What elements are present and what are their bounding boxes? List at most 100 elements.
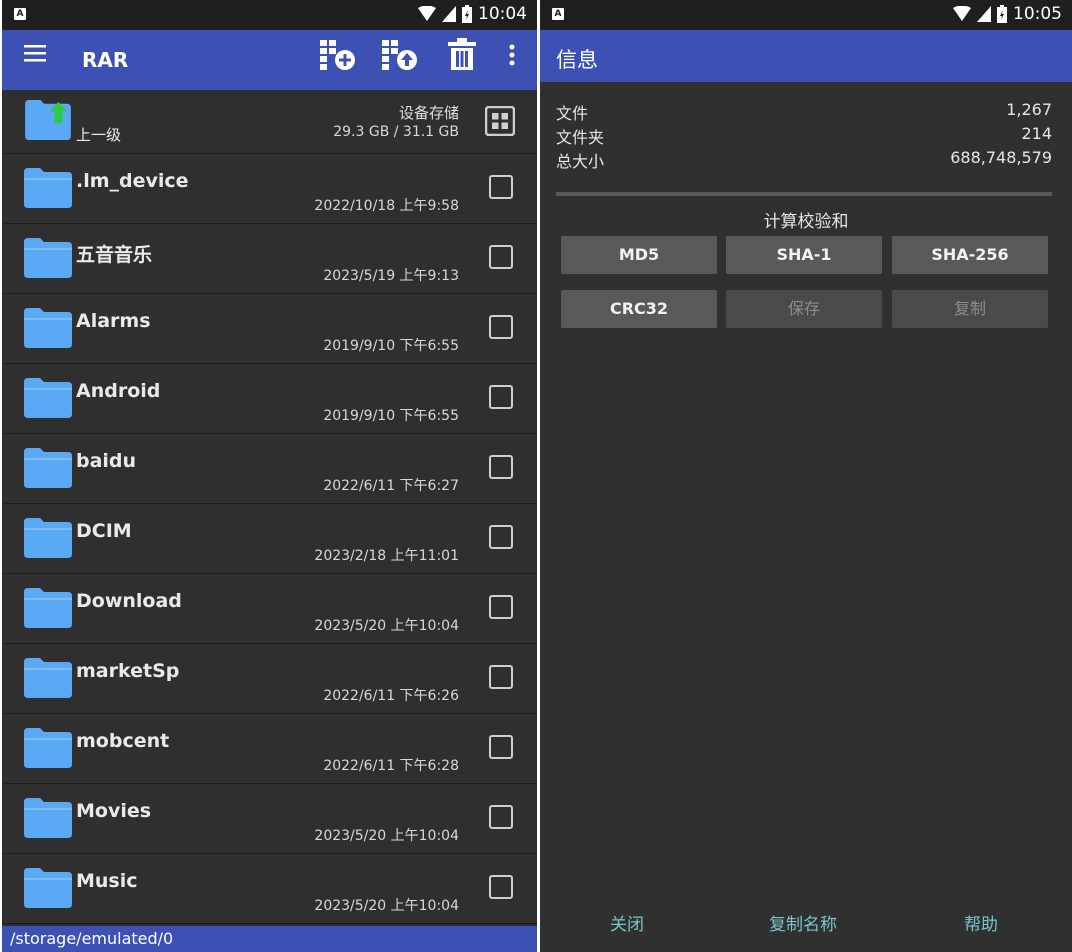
signal-icon <box>442 6 456 22</box>
add-to-archive-icon[interactable] <box>318 38 356 72</box>
files-label: 文件 <box>556 104 589 123</box>
parent-folder-label: 上一级 <box>76 126 122 144</box>
folder-row[interactable]: Alarms 2019/9/10 下午6:55 <box>2 294 537 364</box>
folder-date: 2022/6/11 下午6:27 <box>323 478 459 494</box>
menu-icon[interactable] <box>24 44 46 62</box>
folder-icon <box>24 798 72 838</box>
save-button[interactable]: 保存 <box>726 290 882 328</box>
folder-checkbox[interactable] <box>489 665 513 689</box>
folder-date: 2023/5/20 上午10:04 <box>314 828 459 844</box>
folder-checkbox[interactable] <box>489 595 513 619</box>
app-title: RAR <box>82 48 129 72</box>
folder-name: DCIM <box>76 520 132 542</box>
folder-name: mobcent <box>76 730 170 752</box>
folder-row[interactable]: .lm_device 2022/10/18 上午9:58 <box>2 154 537 224</box>
folder-up-icon <box>25 100 71 140</box>
folder-row[interactable]: Android 2019/9/10 下午6:55 <box>2 364 537 434</box>
folder-date: 2022/6/11 下午6:28 <box>323 758 459 774</box>
folder-row[interactable]: Music 2023/5/20 上午10:04 <box>2 854 537 924</box>
folder-date: 2023/5/20 上午10:04 <box>314 898 459 914</box>
folder-checkbox[interactable] <box>489 175 513 199</box>
folder-icon <box>24 868 72 908</box>
total-size-label: 总大小 <box>556 152 605 171</box>
folder-checkbox[interactable] <box>489 315 513 339</box>
wifi-icon <box>418 6 436 21</box>
crc32-button[interactable]: CRC32 <box>561 290 717 328</box>
folder-icon <box>24 448 72 488</box>
folder-checkbox[interactable] <box>489 385 513 409</box>
folder-checkbox[interactable] <box>489 455 513 479</box>
delete-icon[interactable] <box>448 38 476 72</box>
folder-name: baidu <box>76 450 137 472</box>
dialog-title-bar: 信息 <box>540 30 1072 82</box>
folder-date: 2019/9/10 下午6:55 <box>323 338 459 354</box>
signal-icon <box>977 6 991 22</box>
total-size-value: 688,748,579 <box>950 148 1052 167</box>
folder-name: marketSp <box>76 660 180 682</box>
close-button[interactable]: 关闭 <box>610 910 644 935</box>
info-table: 文件 1,267 文件夹 214 总大小 688,748,579 <box>556 100 1052 172</box>
folder-icon <box>24 308 72 348</box>
notification-icon: A <box>552 8 564 20</box>
folder-date: 2023/5/20 上午10:04 <box>314 618 459 634</box>
sha256-button[interactable]: SHA-256 <box>892 236 1048 274</box>
dialog-title: 信息 <box>556 48 598 72</box>
status-time: 10:05 <box>1013 4 1062 24</box>
status-bar: A 10:04 <box>2 0 537 30</box>
status-bar: A 10:05 <box>540 0 1072 30</box>
app-bar: RAR <box>2 30 537 90</box>
folder-date: 2022/6/11 下午6:26 <box>323 688 459 704</box>
folder-row[interactable]: marketSp 2022/6/11 下午6:26 <box>2 644 537 714</box>
parent-folder-row[interactable]: 上一级 设备存储 29.3 GB / 31.1 GB <box>2 90 537 154</box>
folders-row: 文件夹 214 <box>556 124 1052 148</box>
folder-date: 2022/10/18 上午9:58 <box>314 198 459 214</box>
total-size-row: 总大小 688,748,579 <box>556 148 1052 172</box>
more-options-icon[interactable] <box>508 44 516 66</box>
folder-checkbox[interactable] <box>489 875 513 899</box>
folder-name: Movies <box>76 800 152 822</box>
storage-label: 设备存储 <box>398 104 459 122</box>
folder-row[interactable]: Download 2023/5/20 上午10:04 <box>2 574 537 644</box>
battery-icon <box>997 5 1007 23</box>
copy-name-button[interactable]: 复制名称 <box>769 910 837 935</box>
file-browser-screen: A 10:04 RAR 上一级 设备存储 29.3 GB / 31.1 GB .… <box>2 0 537 952</box>
folder-checkbox[interactable] <box>489 805 513 829</box>
folder-date: 2019/9/10 下午6:55 <box>323 408 459 424</box>
file-list: 上一级 设备存储 29.3 GB / 31.1 GB .lm_device 202… <box>2 90 537 926</box>
current-path: /storage/emulated/0 <box>2 926 537 952</box>
md5-button[interactable]: MD5 <box>561 236 717 274</box>
folder-icon <box>24 378 72 418</box>
folder-row[interactable]: baidu 2022/6/11 下午6:27 <box>2 434 537 504</box>
folder-icon <box>24 518 72 558</box>
folder-name: .lm_device <box>76 170 189 192</box>
folder-icon <box>24 728 72 768</box>
info-dialog-screen: A 10:05 信息 文件 1,267 文件夹 214 总大小 688,748,… <box>540 0 1072 952</box>
folder-row[interactable]: DCIM 2023/2/18 上午11:01 <box>2 504 537 574</box>
help-button[interactable]: 帮助 <box>964 910 998 935</box>
grid-view-icon[interactable] <box>485 106 515 136</box>
checksum-title: 计算校验和 <box>763 212 849 232</box>
folder-checkbox[interactable] <box>489 245 513 269</box>
folder-name: Music <box>76 870 138 892</box>
folder-name: 五音音乐 <box>76 244 153 266</box>
extract-archive-icon[interactable] <box>380 38 418 72</box>
folder-icon <box>24 658 72 698</box>
folder-icon <box>24 238 72 278</box>
folder-date: 2023/2/18 上午11:01 <box>314 548 459 564</box>
folder-row[interactable]: Movies 2023/5/20 上午10:04 <box>2 784 537 854</box>
divider <box>556 192 1052 196</box>
folder-row[interactable]: 五音音乐 2023/5/19 上午9:13 <box>2 224 537 294</box>
status-time: 10:04 <box>478 4 527 24</box>
folder-row[interactable]: mobcent 2022/6/11 下午6:28 <box>2 714 537 784</box>
notification-icon: A <box>14 8 26 20</box>
battery-icon <box>462 5 472 23</box>
folder-date: 2023/5/19 上午9:13 <box>323 268 459 284</box>
folder-checkbox[interactable] <box>489 525 513 549</box>
folder-icon <box>24 168 72 208</box>
folder-name: Alarms <box>76 310 151 332</box>
sha1-button[interactable]: SHA-1 <box>726 236 882 274</box>
folder-checkbox[interactable] <box>489 735 513 759</box>
files-value: 1,267 <box>1006 100 1052 119</box>
files-row: 文件 1,267 <box>556 100 1052 124</box>
copy-button[interactable]: 复制 <box>892 290 1048 328</box>
